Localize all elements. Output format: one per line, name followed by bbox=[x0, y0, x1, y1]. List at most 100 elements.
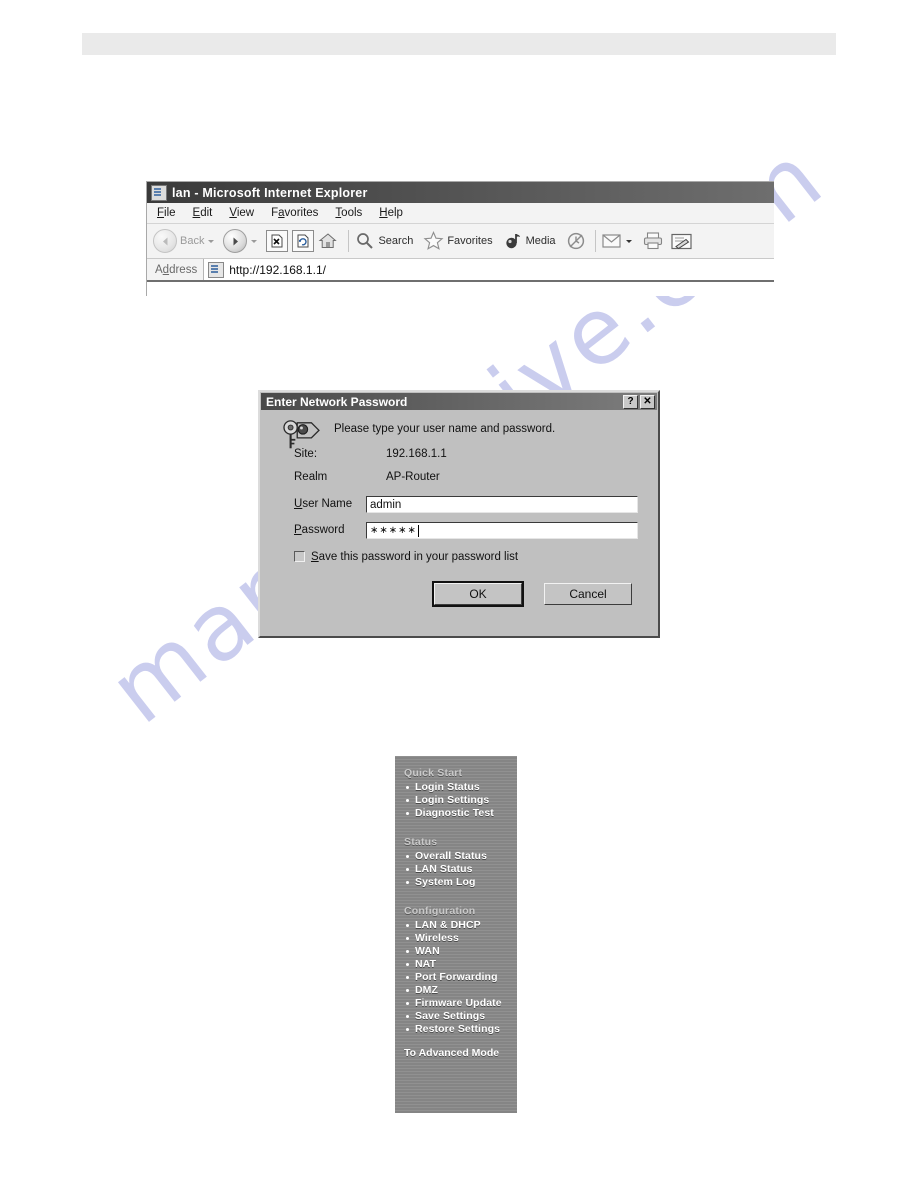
bullet-icon bbox=[406, 949, 409, 953]
menu-favorites[interactable]: Favorites bbox=[271, 207, 318, 219]
back-button[interactable]: Back bbox=[153, 229, 220, 253]
bullet-icon bbox=[406, 867, 409, 871]
refresh-icon[interactable] bbox=[292, 230, 315, 252]
bullet-icon bbox=[406, 798, 409, 802]
menu-tools[interactable]: Tools bbox=[335, 207, 362, 219]
bullet-icon bbox=[406, 1027, 409, 1031]
favorites-star-icon bbox=[423, 231, 444, 250]
mail-button[interactable] bbox=[601, 233, 638, 249]
browser-title: lan - Microsoft Internet Explorer bbox=[172, 185, 368, 200]
menu-help[interactable]: Help bbox=[379, 207, 403, 219]
nav-item-dmz[interactable]: DMZ bbox=[395, 984, 517, 996]
browser-toolbar: Back Search Favorites Media bbox=[147, 224, 774, 259]
nav-item-lan-dhcp[interactable]: LAN & DHCP bbox=[395, 919, 517, 931]
nav-item-label: Port Forwarding bbox=[415, 971, 498, 983]
forward-button[interactable] bbox=[223, 229, 263, 253]
favorites-button[interactable]: Favorites bbox=[423, 231, 493, 251]
history-icon bbox=[567, 232, 584, 250]
search-icon bbox=[357, 233, 374, 249]
history-button[interactable] bbox=[566, 231, 586, 251]
search-button-label: Search bbox=[378, 235, 414, 247]
nav-item-wan[interactable]: WAN bbox=[395, 945, 517, 957]
back-dropdown-icon[interactable] bbox=[208, 239, 215, 243]
search-button[interactable]: Search bbox=[355, 231, 413, 251]
nav-advanced-mode-link[interactable]: To Advanced Mode bbox=[395, 1047, 517, 1059]
bullet-icon bbox=[406, 975, 409, 979]
nav-item-label: WAN bbox=[415, 945, 440, 957]
forward-arrow-icon bbox=[223, 229, 248, 253]
nav-item-label: Save Settings bbox=[415, 1010, 486, 1022]
mail-dropdown-icon[interactable] bbox=[625, 239, 632, 243]
nav-item-label: Firmware Update bbox=[415, 997, 502, 1009]
bullet-icon bbox=[406, 785, 409, 789]
address-value: http://192.168.1.1/ bbox=[229, 262, 326, 277]
password-row: Password ∗∗∗∗∗ bbox=[294, 521, 644, 539]
bullet-icon bbox=[406, 962, 409, 966]
close-icon[interactable]: ✕ bbox=[640, 394, 655, 409]
save-password-label: Save this password in your password list bbox=[311, 550, 519, 563]
address-input[interactable]: http://192.168.1.1/ bbox=[203, 259, 774, 280]
username-row: User Name admin bbox=[294, 495, 644, 513]
nav-item-label: Login Settings bbox=[415, 794, 490, 806]
toolbar-separator-1 bbox=[348, 230, 350, 252]
page-icon bbox=[208, 261, 225, 278]
nav-item-label: Overall Status bbox=[415, 850, 488, 862]
ok-button[interactable]: OK bbox=[432, 580, 524, 607]
dialog-prompt: Please type your user name and password. bbox=[334, 423, 556, 435]
nav-section-quick-start: Quick Start bbox=[404, 767, 463, 779]
media-button-label: Media bbox=[525, 235, 556, 247]
print-icon bbox=[643, 232, 662, 250]
menu-view[interactable]: View bbox=[229, 207, 254, 219]
bullet-icon bbox=[406, 880, 409, 884]
password-input[interactable]: ∗∗∗∗∗ bbox=[366, 521, 638, 539]
nav-item-diagnostic-test[interactable]: Diagnostic Test bbox=[395, 807, 517, 819]
media-icon bbox=[505, 234, 520, 249]
nav-item-system-log[interactable]: System Log bbox=[395, 876, 517, 888]
nav-item-nat[interactable]: NAT bbox=[395, 958, 517, 970]
nav-item-login-settings[interactable]: Login Settings bbox=[395, 794, 517, 806]
home-icon bbox=[319, 233, 338, 248]
nav-item-port-forwarding[interactable]: Port Forwarding bbox=[395, 971, 517, 983]
bullet-icon bbox=[406, 854, 409, 858]
help-button[interactable]: ? bbox=[623, 394, 638, 409]
password-value: ∗∗∗∗∗ bbox=[370, 524, 417, 536]
print-button[interactable] bbox=[643, 232, 664, 250]
edit-button[interactable] bbox=[670, 233, 693, 250]
nav-item-save-settings[interactable]: Save Settings bbox=[395, 1010, 517, 1022]
nav-item-login-status[interactable]: Login Status bbox=[395, 781, 517, 793]
media-button[interactable]: Media bbox=[503, 231, 556, 251]
username-input[interactable]: admin bbox=[366, 495, 638, 513]
toolbar-separator-2 bbox=[594, 230, 596, 252]
realm-value: AP-Router bbox=[386, 470, 440, 483]
stop-icon[interactable] bbox=[266, 230, 289, 252]
page-header-band bbox=[82, 33, 836, 55]
menu-file[interactable]: File bbox=[157, 207, 176, 219]
dialog-buttons: OK Cancel bbox=[274, 580, 632, 607]
save-password-checkbox[interactable] bbox=[294, 551, 305, 563]
home-button[interactable] bbox=[318, 231, 339, 251]
cancel-button[interactable]: Cancel bbox=[544, 582, 632, 605]
nav-item-lan-status[interactable]: LAN Status bbox=[395, 863, 517, 875]
realm-label: Realm bbox=[294, 470, 328, 483]
bullet-icon bbox=[406, 936, 409, 940]
ie-page-icon bbox=[151, 184, 167, 201]
save-password-checkbox-row[interactable]: Save this password in your password list bbox=[294, 551, 644, 563]
username-label: User Name bbox=[294, 498, 353, 511]
back-button-label: Back bbox=[180, 235, 205, 247]
site-value: 192.168.1.1 bbox=[386, 447, 447, 460]
nav-item-wireless[interactable]: Wireless bbox=[395, 932, 517, 944]
forward-dropdown-icon[interactable] bbox=[251, 239, 258, 243]
address-label: Address bbox=[155, 263, 198, 276]
nav-item-label: Diagnostic Test bbox=[415, 807, 494, 819]
favorites-button-label: Favorites bbox=[447, 235, 493, 247]
password-dialog: Enter Network Password ? ✕ Please type y… bbox=[258, 390, 660, 638]
nav-item-overall-status[interactable]: Overall Status bbox=[395, 850, 517, 862]
nav-section-status: Status bbox=[404, 836, 438, 848]
nav-item-firmware-update[interactable]: Firmware Update bbox=[395, 997, 517, 1009]
realm-row: Realm AP-Router bbox=[294, 471, 644, 483]
menu-edit[interactable]: Edit bbox=[193, 207, 213, 219]
edit-icon bbox=[670, 233, 692, 249]
nav-item-restore-settings[interactable]: Restore Settings bbox=[395, 1023, 517, 1035]
nav-item-label: NAT bbox=[415, 958, 437, 970]
